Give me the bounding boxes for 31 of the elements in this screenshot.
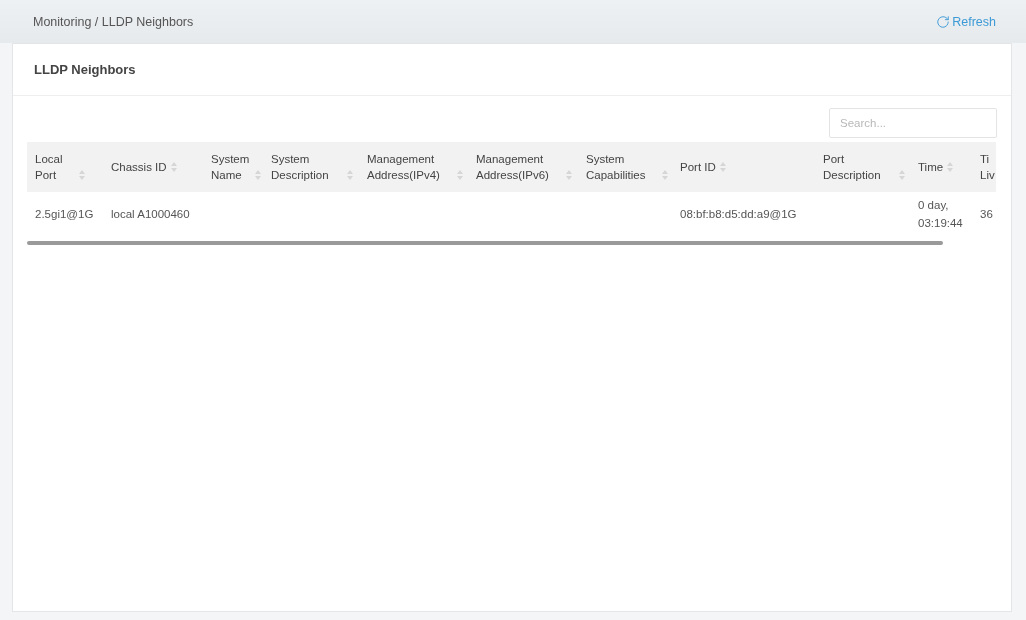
column-header: Ti Liv <box>972 142 996 192</box>
column-header[interactable]: System Name <box>203 142 263 192</box>
sort-icon <box>347 170 353 180</box>
column-header[interactable]: Port ID <box>672 142 815 192</box>
column-header[interactable]: Management Address(IPv6) <box>468 142 578 192</box>
sort-icon <box>79 170 85 180</box>
table-cell-text: 08:bf:b8:d5:dd:a9@1G <box>680 207 797 222</box>
table-cell-text: 2.5gi1@1G <box>35 207 94 222</box>
sort-icon <box>457 170 463 180</box>
sort-icon <box>170 162 177 172</box>
column-header[interactable]: Chassis ID <box>103 142 203 192</box>
column-header[interactable]: System Capabilities <box>578 142 672 192</box>
column-header[interactable]: Local Port <box>27 142 103 192</box>
sort-icon <box>947 162 954 172</box>
refresh-icon <box>936 14 951 29</box>
breadcrumb: Monitoring / LLDP Neighbors <box>33 14 194 29</box>
sort-icon <box>719 162 726 172</box>
column-header[interactable]: System Description <box>263 142 359 192</box>
horizontal-scrollbar[interactable] <box>27 241 943 245</box>
sort-icon <box>566 170 572 180</box>
column-header[interactable]: Time <box>910 142 972 192</box>
column-header[interactable]: Port Description <box>815 142 910 192</box>
table-cell-text: 36 <box>980 207 993 222</box>
sort-icon <box>255 170 261 180</box>
search-field[interactable]: Search... <box>829 108 997 138</box>
table-cell-text: 0 day, 03:19:44 <box>918 197 964 231</box>
table-cell-text: local A1000460 <box>111 207 190 222</box>
sort-icon <box>899 170 905 180</box>
column-header[interactable]: Management Address(IPv4) <box>359 142 468 192</box>
panel-title: LLDP Neighbors <box>34 62 136 77</box>
sort-icon <box>662 170 668 180</box>
